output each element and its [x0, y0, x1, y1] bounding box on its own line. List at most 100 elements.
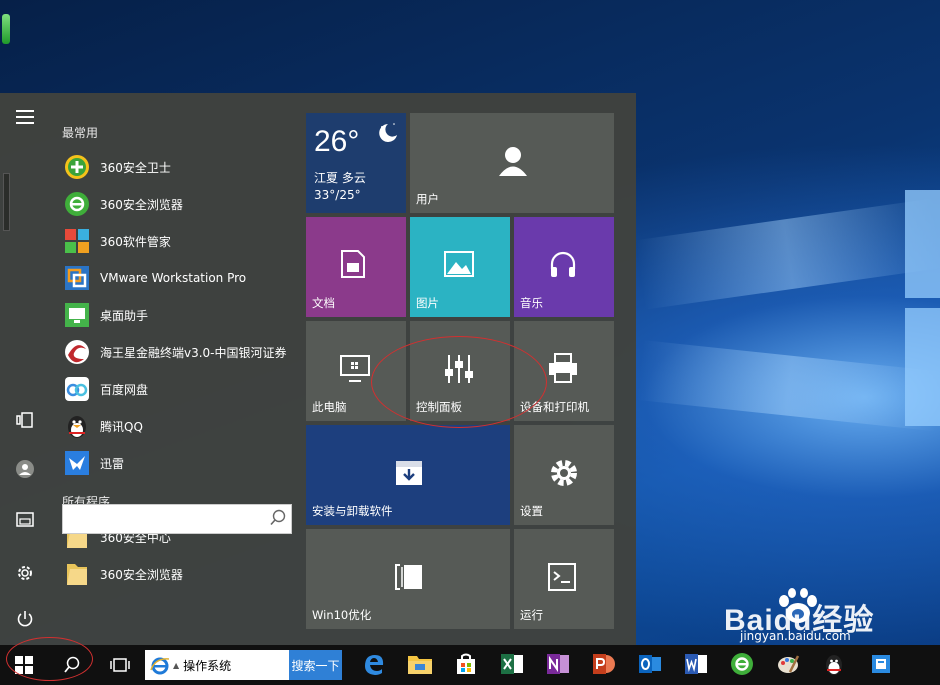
- tile-programs-features[interactable]: 安装与卸载软件: [306, 425, 510, 525]
- task-view-icon: [110, 658, 130, 672]
- taskbar-app-powerpoint[interactable]: [584, 645, 624, 685]
- install-box-icon: [396, 461, 422, 485]
- weather-temperature: 26°: [314, 125, 360, 158]
- taskbar-app-outlook[interactable]: [630, 645, 670, 685]
- taskbar-app-qq[interactable]: [814, 645, 854, 685]
- settings-gear-icon[interactable]: [13, 561, 37, 585]
- ie-logo-icon: [150, 657, 170, 675]
- app-label: 360安全浏览器: [100, 567, 183, 582]
- annotation-ellipse-start: [6, 637, 93, 681]
- most-used-app-item[interactable]: VMware Workstation Pro: [62, 261, 298, 295]
- ie-address-bar[interactable]: ▲ 操作系统: [145, 650, 289, 680]
- run-terminal-icon: [548, 563, 576, 591]
- taskbar-app-onenote[interactable]: [538, 645, 578, 685]
- annotation-ellipse-control-panel: [371, 336, 547, 428]
- taskbar-app-edge[interactable]: [354, 645, 394, 685]
- taskbar-app-paint[interactable]: [768, 645, 808, 685]
- powerpoint-icon: [592, 652, 616, 679]
- store-icon: [454, 652, 478, 679]
- printer-icon: [549, 353, 577, 383]
- all-programs-app-item[interactable]: 360安全浏览器: [62, 557, 298, 591]
- most-used-app-item[interactable]: 360安全浏览器: [62, 187, 298, 221]
- scrollbar[interactable]: [3, 173, 10, 231]
- desktop-gadget: [2, 14, 10, 44]
- tile-documents-label: 文档: [312, 296, 335, 310]
- 360-browser-icon: [730, 652, 754, 679]
- moon-cloud-icon: [379, 123, 397, 142]
- watermark-url: jingyan.baidu.com: [740, 629, 851, 643]
- app-label: 迅雷: [100, 456, 125, 471]
- tile-user[interactable]: 用户: [410, 113, 614, 213]
- tile-settings[interactable]: 设置: [514, 425, 614, 525]
- file-explorer-icon: [407, 653, 433, 678]
- hamburger-icon[interactable]: [13, 105, 37, 129]
- weather-range: 33°/25°: [314, 188, 361, 202]
- app-list: 最常用 360安全卫士 360安全浏览器 360软件管家 VMware Worksta…: [50, 93, 300, 645]
- tile-music-label: 音乐: [520, 296, 543, 310]
- tile-win10-optimize-label: Win10优化: [312, 608, 372, 622]
- tile-win10-optimize[interactable]: Win10优化: [306, 529, 510, 629]
- tile-weather[interactable]: 26° 江夏 多云 33°/25°: [306, 113, 406, 213]
- search-input[interactable]: [62, 504, 292, 534]
- most-used-app-item[interactable]: 腾讯QQ: [62, 409, 298, 443]
- tile-pictures[interactable]: 图片: [410, 217, 510, 317]
- panel-bracket-icon: [395, 564, 422, 590]
- tile-this-pc-label: 此电脑: [312, 400, 347, 414]
- start-rail: [0, 93, 50, 645]
- folder-icon: [62, 559, 92, 589]
- app-label: 腾讯QQ: [100, 419, 143, 434]
- most-used-app-item[interactable]: 迅雷: [62, 446, 298, 480]
- tile-programs-features-label: 安装与卸载软件: [312, 504, 393, 518]
- user-avatar-icon[interactable]: [13, 457, 37, 481]
- app-label: 360安全浏览器: [100, 197, 183, 212]
- paint-icon: [776, 652, 800, 679]
- search-icon: [270, 509, 286, 526]
- app-label: 海王星金融终端v3.0-中国银河证券: [100, 345, 287, 360]
- e-browser-icon: [62, 189, 92, 219]
- task-view-button[interactable]: [100, 645, 140, 685]
- tile-documents[interactable]: 文档: [306, 217, 406, 317]
- wallpaper-window-pane: [905, 190, 940, 298]
- taskbar: ▲ 操作系统 搜索一下: [0, 645, 940, 685]
- document-icon: [341, 250, 365, 278]
- ie-dropdown-arrow-icon[interactable]: ▲: [173, 661, 179, 670]
- taskbar-app-excel[interactable]: [492, 645, 532, 685]
- most-used-app-item[interactable]: 百度网盘: [62, 372, 298, 406]
- ie-search-button[interactable]: 搜索一下: [289, 650, 342, 680]
- taskbar-app-360-browser[interactable]: [722, 645, 762, 685]
- app-label: VMware Workstation Pro: [100, 271, 247, 285]
- most-used-app-item[interactable]: 360软件管家: [62, 224, 298, 258]
- plus-shield-icon: [62, 152, 92, 182]
- taskbar-app-file-explorer[interactable]: [400, 645, 440, 685]
- baidu-watermark: Baidu经验 jingyan.baidu.com: [718, 585, 940, 645]
- tile-settings-label: 设置: [520, 504, 543, 518]
- vmware-icon: [62, 263, 92, 293]
- tablet-mode-icon[interactable]: [13, 408, 37, 432]
- tile-pictures-label: 图片: [416, 296, 439, 310]
- monitor-icon: [340, 355, 370, 382]
- taskbar-app-word[interactable]: [676, 645, 716, 685]
- app-label: 360安全卫士: [100, 160, 171, 175]
- most-used-app-item[interactable]: 海王星金融终端v3.0-中国银河证券: [62, 335, 298, 369]
- user-icon: [499, 147, 527, 176]
- tile-run[interactable]: 运行: [514, 529, 614, 629]
- weather-location: 江夏 多云: [314, 171, 366, 185]
- system-tray-icon: [870, 652, 894, 679]
- cloud-icon: [62, 374, 92, 404]
- gear-icon: [551, 460, 577, 486]
- wallpaper-window-pane: [905, 308, 940, 426]
- ie-address-text: 操作系统: [183, 658, 232, 673]
- taskbar-app-system-tray[interactable]: [862, 645, 902, 685]
- galaxy-swirl-icon: [62, 337, 92, 367]
- taskbar-app-store[interactable]: [446, 645, 486, 685]
- file-explorer-icon[interactable]: [13, 507, 37, 531]
- edge-icon: [362, 652, 386, 679]
- power-icon[interactable]: [13, 607, 37, 631]
- bird-icon: [62, 448, 92, 478]
- picture-icon: [444, 251, 474, 277]
- word-icon: [684, 652, 708, 679]
- most-used-app-item[interactable]: 360安全卫士: [62, 150, 298, 184]
- wallpaper-light-beam: [636, 340, 940, 432]
- tile-music[interactable]: 音乐: [514, 217, 614, 317]
- most-used-app-item[interactable]: 桌面助手: [62, 298, 298, 332]
